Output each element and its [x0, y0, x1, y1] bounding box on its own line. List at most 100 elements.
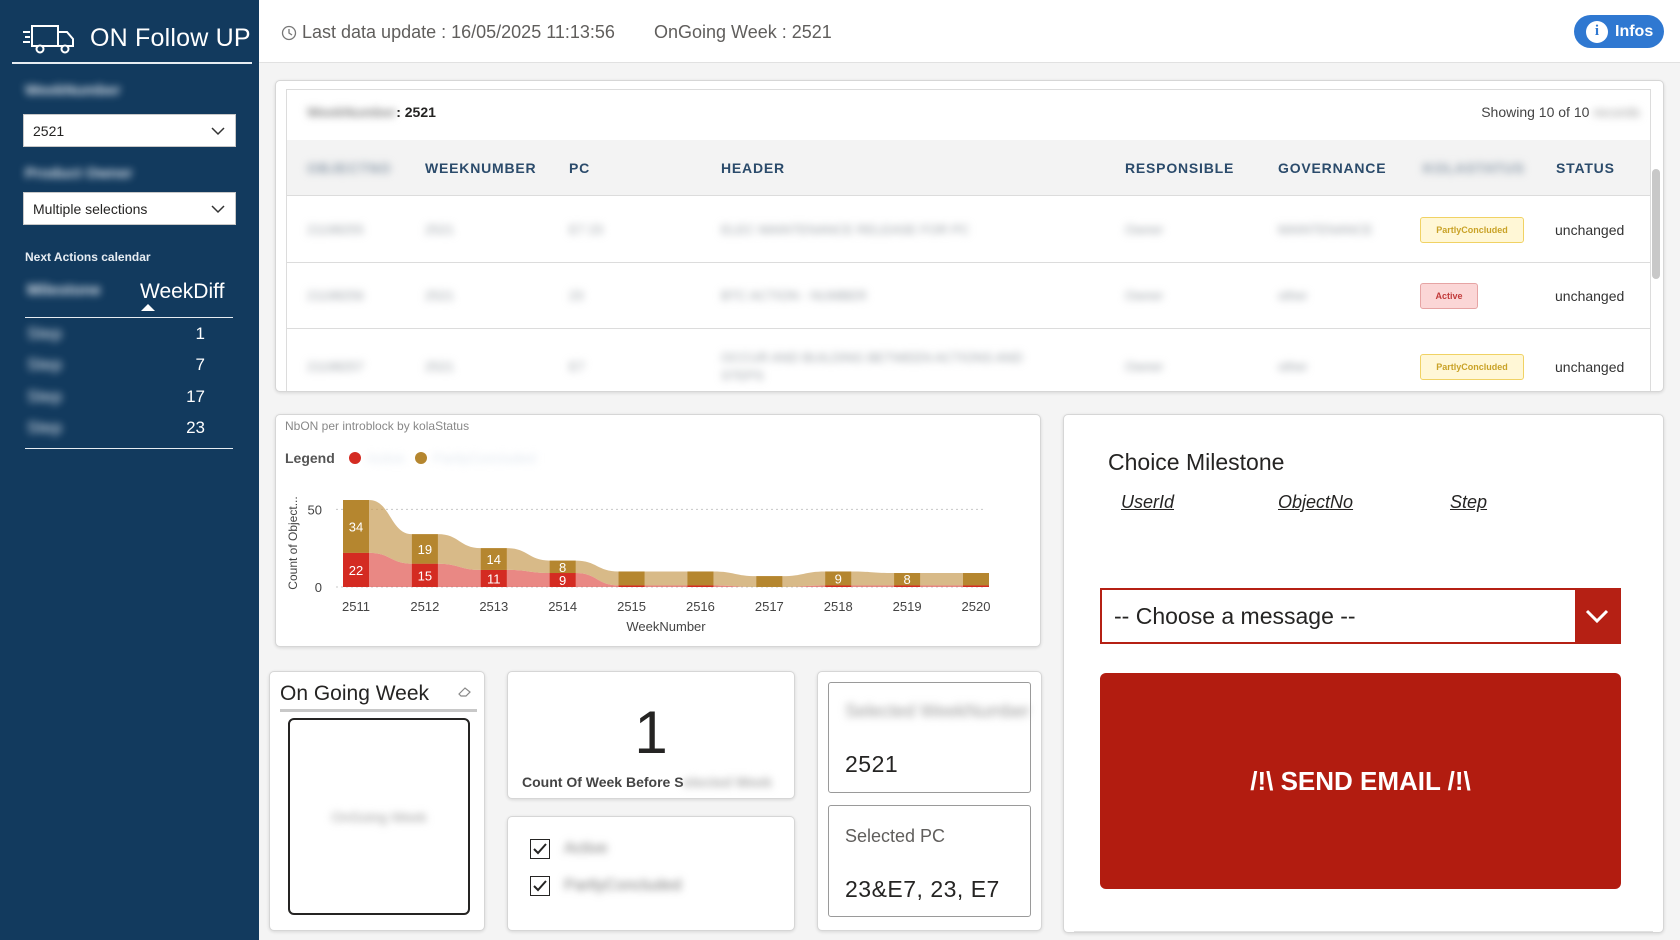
column-header-governance[interactable]: GOVERNANCE	[1278, 160, 1386, 176]
pc-cell: E7 23	[569, 222, 603, 237]
objectno-column-header[interactable]: ObjectNo	[1278, 492, 1353, 513]
x-tick-label: 2517	[755, 599, 784, 614]
governance-cell: other	[1278, 359, 1308, 374]
ribbon-chart[interactable]: 050223415191114989 82511 2512 2513 2514 2515 2…	[276, 475, 1042, 647]
header-cell: BTC ACTION - NUMBER	[721, 288, 867, 303]
title-underline	[280, 709, 477, 712]
column-header-objectno[interactable]: OBJECTNO	[307, 160, 391, 176]
column-header-kolastatus[interactable]: KOLASTATUS	[1423, 160, 1525, 176]
column-header-header[interactable]: HEADER	[721, 160, 785, 176]
weeknumber-cell: 2521	[425, 359, 454, 374]
infos-button[interactable]: i Infos	[1574, 15, 1664, 48]
bar-partlyconcluded	[687, 571, 714, 586]
ongoing-week-tile[interactable]: OnGoing Week	[288, 718, 470, 915]
info-icon: i	[1586, 20, 1608, 43]
data-label: 34	[349, 519, 363, 534]
chevron-down-icon	[1575, 590, 1619, 642]
legend-item-partly[interactable]: PartlyConcluded	[414, 450, 536, 466]
table-title-prefix: WeekNumber	[307, 104, 397, 120]
table-divider	[25, 448, 233, 449]
y-tick-label: 0	[315, 580, 322, 595]
selected-weeknumber-value: 2521	[845, 751, 899, 777]
chart-title: NbON per introblock by kolaStatus	[285, 419, 470, 433]
bar-active	[687, 585, 714, 587]
milestone-cell: Step	[27, 386, 62, 406]
checkbox-checked-icon	[530, 839, 550, 859]
status-cell: unchanged	[1555, 288, 1625, 304]
app-title: ON Follow UP	[90, 23, 251, 52]
product-owner-dropdown-value: Multiple selections	[33, 200, 148, 217]
column-header-status[interactable]: STATUS	[1556, 160, 1615, 176]
brand-header: ON Follow UP	[12, 14, 252, 64]
weekdiff-cell: 23	[186, 418, 205, 438]
count-label: Count Of Week Before Selected Week	[522, 774, 772, 790]
x-tick-label: 2520	[962, 599, 991, 614]
table-row[interactable]: 21198257 2521 E7 OCCUR AND BUILDING BETW…	[287, 329, 1650, 391]
sort-ascending-icon	[141, 304, 155, 311]
table-row[interactable]: 21198255 2521 E7 23 ELEC MAINTENANCE REL…	[287, 197, 1650, 263]
card-divider	[1074, 931, 1653, 932]
ongoing-week-title: On Going Week	[280, 682, 430, 705]
next-actions-header: Milestone WeekDiff	[25, 276, 233, 318]
selected-weeknumber-label: Selected WeekNumber	[845, 701, 1030, 721]
weekdiff-cell: 1	[195, 323, 205, 343]
x-tick-label: 2514	[548, 599, 577, 614]
weeknumber-dropdown[interactable]: 2521	[23, 114, 236, 147]
governance-cell: other	[1278, 288, 1308, 303]
clock-icon	[281, 25, 297, 41]
milestone-card: Choice Milestone UserId ObjectNo Step --…	[1063, 414, 1664, 933]
table-row[interactable]: 21198256 2521 23 BTC ACTION - NUMBER Own…	[287, 263, 1650, 329]
bar-partlyconcluded	[618, 571, 645, 586]
selected-pc-label: Selected PC	[845, 826, 946, 846]
count-label-text: Count Of Week Before S	[522, 774, 684, 790]
chevron-down-icon	[211, 204, 225, 213]
send-email-button[interactable]: /!\ SEND EMAIL /!\	[1100, 673, 1621, 889]
pc-cell: E7	[569, 359, 585, 374]
bar-active	[618, 585, 645, 587]
table-row[interactable]: Step 7	[25, 350, 233, 382]
column-header-responsible[interactable]: RESPONSIBLE	[1125, 160, 1234, 176]
bar-partlyconcluded	[963, 573, 989, 586]
table-row[interactable]: Step 17	[25, 381, 233, 413]
weekdiff-column-header[interactable]: WeekDiff	[140, 280, 224, 304]
milestone-title: Choice Milestone	[1108, 449, 1285, 475]
next-actions-label: Next Actions calendar	[25, 250, 151, 264]
product-owner-dropdown[interactable]: Multiple selections	[23, 192, 236, 225]
table-scrollbar[interactable]	[1652, 169, 1660, 279]
selected-pc-value: 23&E7, 23, E7	[845, 876, 1000, 902]
milestone-column-header[interactable]: Milestone	[27, 282, 101, 300]
records-count: Showing 10 of 10 records	[1481, 104, 1640, 120]
message-select[interactable]: -- Choose a message --	[1100, 588, 1621, 644]
legend-label-active: Active	[366, 450, 405, 466]
legend-title: Legend	[285, 450, 335, 466]
userid-column-header[interactable]: UserId	[1121, 492, 1174, 513]
kolastatus-badge: PartlyConcluded	[1420, 354, 1524, 380]
x-tick-label: 2515	[617, 599, 646, 614]
responsible-cell: Owner	[1125, 288, 1164, 303]
eraser-icon[interactable]	[458, 686, 472, 698]
weekdiff-cell: 7	[195, 355, 205, 375]
data-label: 11	[487, 571, 501, 586]
delivery-truck-icon	[23, 25, 74, 54]
x-tick-label: 2512	[410, 599, 439, 614]
data-label: 22	[349, 563, 363, 578]
weeknumber-cell: 2521	[425, 222, 454, 237]
weeknumber-slicer-label: WeekNumber	[25, 82, 121, 99]
column-header-pc[interactable]: PC	[569, 160, 590, 176]
actions-table-card: WeekNumber: 2521 Showing 10 of 10 record…	[275, 80, 1664, 392]
legend-item-active[interactable]: Active	[348, 450, 405, 466]
pc-cell: 23	[569, 288, 584, 303]
step-column-header[interactable]: Step	[1450, 492, 1487, 513]
table-title: WeekNumber: 2521	[307, 104, 436, 120]
data-label: 19	[418, 542, 432, 557]
objectno-cell: 21198255	[307, 222, 364, 237]
milestone-cell: Step	[27, 355, 62, 375]
table-header: OBJECTNO WEEKNUMBER PC HEADER RESPONSIBL…	[287, 140, 1650, 196]
table-title-value: : 2521	[396, 104, 436, 120]
checkbox-partlyconcluded[interactable]: PartlyConcluded	[530, 876, 681, 896]
column-header-weeknumber[interactable]: WEEKNUMBER	[425, 160, 536, 176]
selected-pc-box: Selected PC 23&E7, 23, E7	[828, 805, 1031, 917]
table-row[interactable]: Step 23	[25, 413, 233, 445]
table-row[interactable]: Step 1	[25, 318, 233, 350]
checkbox-active[interactable]: Active	[530, 839, 608, 859]
